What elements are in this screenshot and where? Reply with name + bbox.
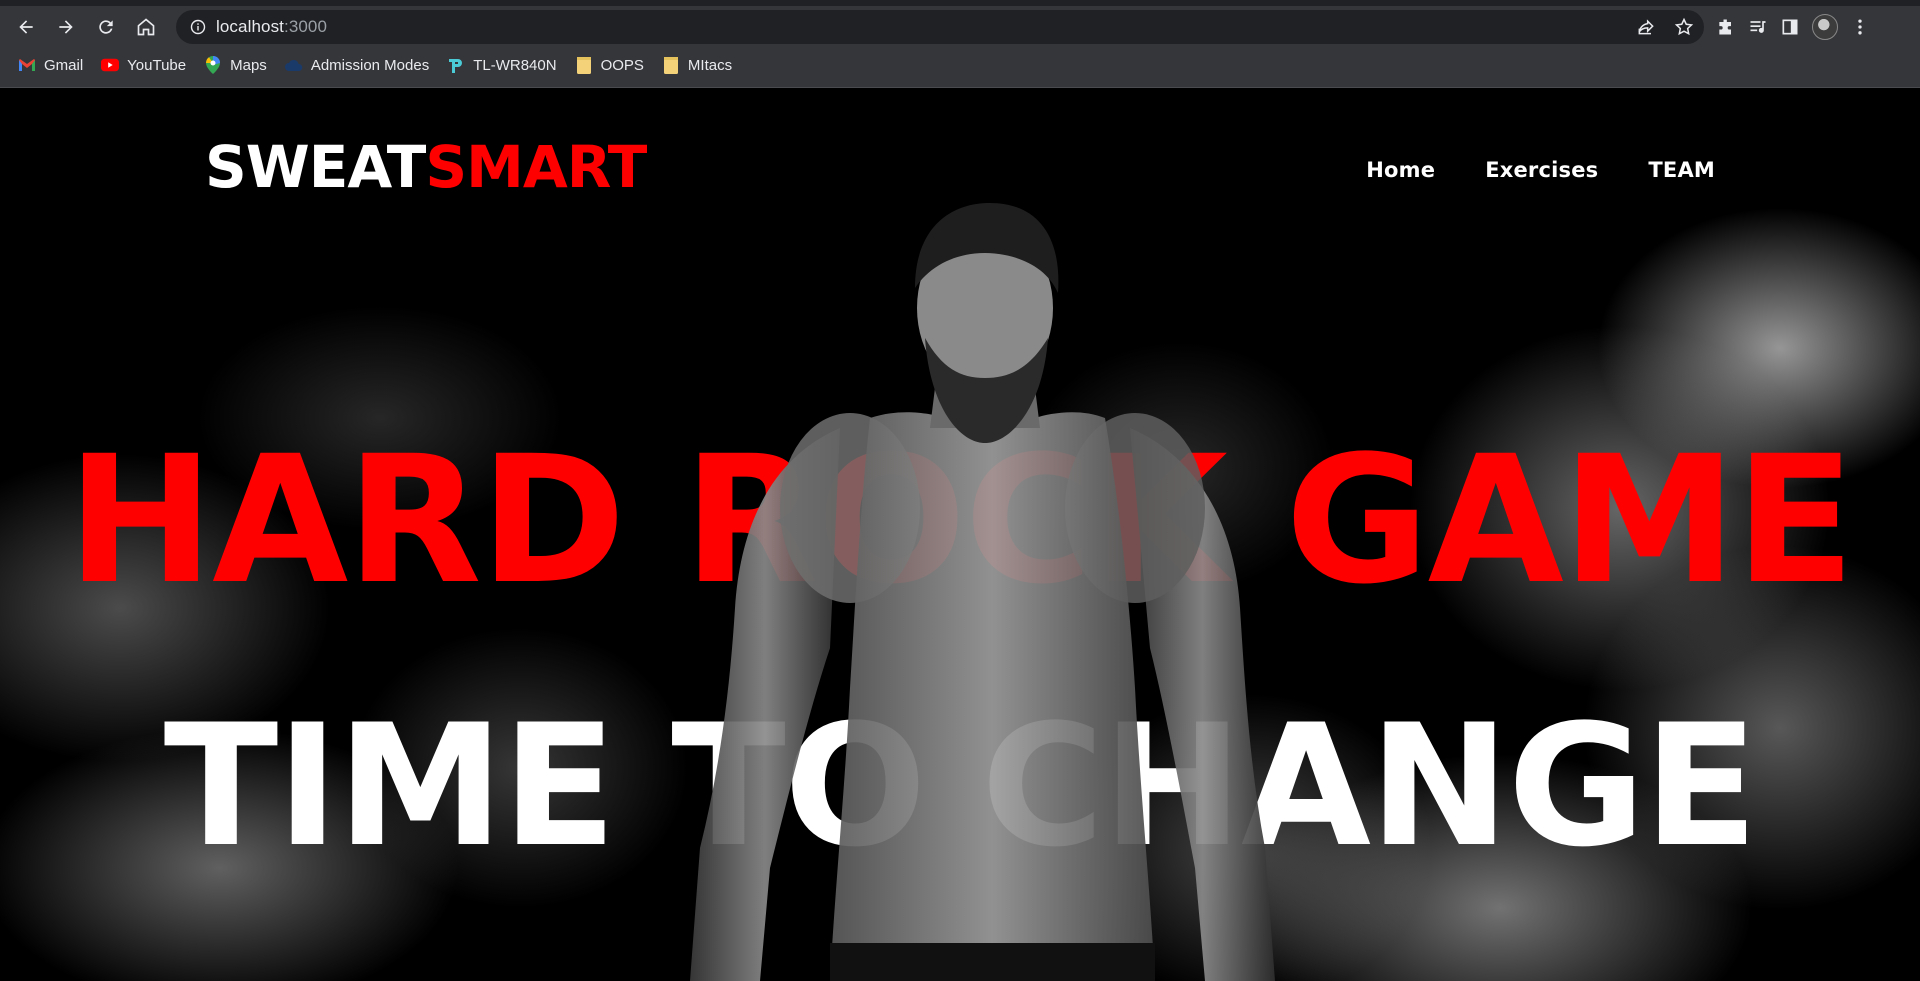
share-icon[interactable] (1636, 17, 1656, 37)
site-logo[interactable]: SWEATSMART (205, 138, 647, 196)
extension-area (1716, 14, 1870, 40)
profile-avatar[interactable] (1812, 14, 1838, 40)
home-icon (137, 18, 155, 36)
site-info-icon[interactable] (180, 19, 216, 35)
navigation-buttons (6, 7, 166, 47)
cloud-icon (284, 56, 303, 74)
nav-team-link[interactable]: TEAM (1648, 158, 1715, 182)
bookmark-gmail[interactable]: Gmail (18, 56, 83, 74)
bookmark-label: Maps (230, 56, 267, 74)
browser-chrome: localhost:3000 Gmail YouTube Maps Admiss… (0, 0, 1920, 88)
bookmark-mitacs[interactable]: MItacs (662, 56, 732, 74)
headline-time-to-change: TIME TO CHANGE (163, 688, 1759, 884)
bookmark-maps[interactable]: Maps (204, 56, 267, 74)
home-button[interactable] (126, 7, 166, 47)
url-host: localhost (216, 17, 284, 36)
back-button[interactable] (6, 7, 46, 47)
maps-icon (204, 56, 222, 74)
url-port: :3000 (284, 17, 328, 36)
gmail-icon (18, 56, 36, 74)
star-icon[interactable] (1674, 17, 1694, 37)
kebab-menu-icon[interactable] (1850, 17, 1870, 37)
address-bar[interactable]: localhost:3000 (176, 10, 1704, 44)
folder-icon (662, 56, 680, 74)
side-panel-icon[interactable] (1780, 17, 1800, 37)
headline-hard-rock-game: HARD ROCK GAME (66, 418, 1855, 623)
youtube-icon (101, 56, 120, 74)
tplink-icon (447, 56, 465, 74)
arrow-right-icon (59, 20, 73, 34)
bookmark-label: Gmail (44, 56, 84, 74)
bookmark-admission-modes[interactable]: Admission Modes (284, 56, 430, 74)
nav-exercises-link[interactable]: Exercises (1485, 158, 1598, 182)
omnibox-actions (1636, 10, 1694, 44)
extensions-puzzle-icon[interactable] (1716, 17, 1736, 37)
bookmark-label: Admission Modes (310, 56, 430, 74)
bookmarks-bar: Gmail YouTube Maps Admission Modes TL-WR… (0, 50, 1920, 80)
bookmark-label: OOPS (600, 56, 644, 74)
bookmark-label: YouTube (127, 56, 187, 74)
bookmark-label: TL-WR840N (473, 56, 557, 74)
nav-home-link[interactable]: Home (1366, 158, 1435, 182)
reload-button[interactable] (86, 7, 126, 47)
bookmark-oops[interactable]: OOPS (575, 56, 644, 74)
bookmark-youtube[interactable]: YouTube (101, 56, 186, 74)
reload-icon (99, 20, 113, 34)
bookmark-label: MItacs (687, 56, 733, 74)
forward-button[interactable] (46, 7, 86, 47)
bookmark-tl-wr840n[interactable]: TL-WR840N (447, 56, 557, 74)
folder-icon (575, 56, 593, 74)
logo-word-sweat: SWEAT (205, 133, 426, 201)
site-navigation: Home Exercises TEAM (1366, 158, 1715, 182)
url-text[interactable]: localhost:3000 (216, 17, 327, 37)
hero-section: SWEATSMART Home Exercises TEAM HARD ROCK… (0, 88, 1920, 981)
browser-toolbar: localhost:3000 (0, 6, 1920, 48)
media-playlist-icon[interactable] (1748, 17, 1768, 37)
arrow-left-icon (19, 20, 33, 34)
logo-word-smart: SMART (425, 133, 647, 201)
